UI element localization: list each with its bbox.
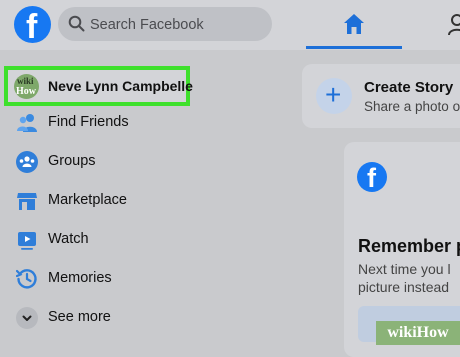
active-tab-indicator	[306, 46, 402, 49]
top-navigation-bar: f	[0, 0, 460, 50]
watch-icon	[18, 232, 36, 250]
facebook-logo-letter: f	[367, 163, 376, 193]
search-input[interactable]	[88, 7, 268, 43]
sidebar-item-label: Groups	[48, 153, 96, 169]
marketplace-icon	[17, 193, 37, 210]
avatar: wiki How	[14, 74, 39, 99]
sidebar-item-watch[interactable]: Watch	[8, 221, 192, 259]
sidebar-item-marketplace[interactable]: Marketplace	[8, 182, 192, 220]
memories-icon	[16, 269, 37, 289]
wikihow-watermark: wikiHow	[376, 321, 460, 345]
create-story-title: Create Story	[364, 79, 454, 96]
plus-icon: +	[325, 79, 342, 110]
sidebar-item-label: Marketplace	[48, 192, 127, 208]
sidebar-item-label: Find Friends	[48, 114, 129, 130]
sidebar-item-find-friends[interactable]: Find Friends	[8, 104, 192, 142]
card-text-line: Next time you l	[358, 261, 451, 277]
sidebar-item-profile[interactable]: wiki How Neve Lynn Campbelle	[4, 66, 193, 106]
avatar-text-bottom: How	[16, 86, 36, 97]
create-story-card[interactable]: + Create Story Share a photo or	[302, 64, 460, 128]
profile-name: Neve Lynn Campbelle	[48, 78, 193, 94]
card-text-line: picture instead	[358, 279, 450, 295]
home-tab[interactable]	[306, 0, 402, 50]
groups-icon	[16, 151, 38, 173]
card-heading: Remember p	[358, 236, 460, 256]
chevron-down-icon	[22, 315, 32, 321]
avatar-text-top: wiki	[17, 76, 34, 86]
add-story-button[interactable]: +	[316, 78, 352, 114]
sidebar-item-memories[interactable]: Memories	[8, 260, 192, 298]
sidebar-item-label: See more	[48, 309, 111, 325]
profile-nav-icon[interactable]	[448, 14, 460, 36]
sidebar-item-groups[interactable]: Groups	[8, 143, 192, 181]
create-story-subtitle: Share a photo or	[364, 99, 460, 114]
sidebar-item-label: Watch	[48, 231, 89, 247]
facebook-logo-icon: f	[357, 162, 387, 193]
facebook-logo-icon[interactable]: f	[14, 6, 51, 46]
search-box[interactable]	[58, 7, 272, 43]
facebook-logo-letter: f	[26, 8, 38, 46]
friends-icon	[17, 114, 37, 132]
home-icon	[344, 14, 364, 34]
search-icon	[68, 15, 85, 32]
sidebar-item-label: Memories	[48, 270, 112, 286]
sidebar-item-see-more[interactable]: See more	[8, 299, 192, 337]
